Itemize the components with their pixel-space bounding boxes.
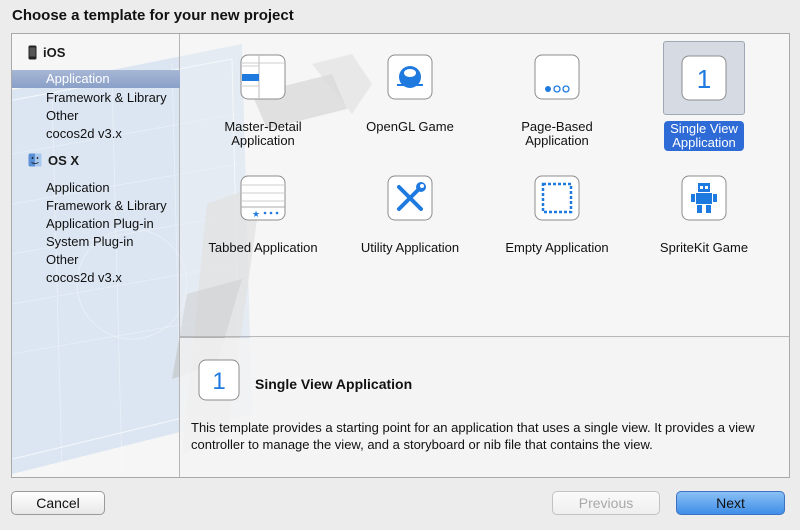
svg-text:1: 1 xyxy=(212,368,225,395)
sidebar-item-osx-cocos2d[interactable]: cocos2d v3.x xyxy=(12,269,180,287)
template-label: Master-Detail Application xyxy=(224,119,302,148)
svg-text:1: 1 xyxy=(697,64,711,94)
cancel-button[interactable]: Cancel xyxy=(11,491,105,515)
sidebar-item-ios-framework-library[interactable]: Framework & Library xyxy=(12,89,180,107)
svg-text:★: ★ xyxy=(252,210,260,220)
template-label: OpenGL Game xyxy=(366,119,454,134)
utility-tools-icon xyxy=(386,174,434,222)
template-spritekit[interactable]: SpriteKit Game xyxy=(629,172,779,290)
tabbed-icon: ★ xyxy=(239,174,287,222)
sidebar-item-ios-other[interactable]: Other xyxy=(12,107,180,125)
sidebar-item-ios-cocos2d[interactable]: cocos2d v3.x xyxy=(12,125,180,143)
master-detail-icon xyxy=(239,53,287,101)
template-label: SpriteKit Game xyxy=(659,240,749,255)
sidebar-group-ios: iOS xyxy=(28,42,65,62)
template-label: Single View Application xyxy=(664,121,744,151)
description-title: Single View Application xyxy=(255,376,413,392)
template-category-sidebar: iOS Application Framework & Library Othe… xyxy=(12,34,180,477)
template-empty[interactable]: Empty Application xyxy=(482,172,632,290)
template-label: Page-Based Application xyxy=(521,119,593,148)
previous-button[interactable]: Previous xyxy=(552,491,660,515)
template-chooser-panel: iOS Application Framework & Library Othe… xyxy=(11,33,790,478)
window-title: Choose a template for your new project xyxy=(12,7,294,24)
sidebar-item-osx-system-plugin[interactable]: System Plug-in xyxy=(12,233,180,251)
template-single-view[interactable]: 1 Single View Application xyxy=(629,41,779,169)
template-tabbed[interactable]: ★ Tabbed Application xyxy=(188,172,338,290)
sidebar-group-osx: OS X xyxy=(28,150,79,170)
description-text: This template provides a starting point … xyxy=(191,420,755,452)
page-based-icon xyxy=(533,53,581,101)
template-opengl-game[interactable]: OpenGL Game xyxy=(335,51,485,169)
iphone-icon xyxy=(28,45,37,60)
sidebar-item-osx-application-plugin[interactable]: Application Plug-in xyxy=(12,215,180,233)
template-label: Tabbed Application xyxy=(208,240,318,255)
opengl-icon xyxy=(386,53,434,101)
single-view-icon: 1 xyxy=(198,359,240,404)
template-grid: Master-Detail Application OpenGL Game Pa… xyxy=(180,34,789,337)
template-label: Empty Application xyxy=(505,240,609,255)
sidebar-item-osx-application[interactable]: Application xyxy=(12,179,180,197)
sidebar-group-label: iOS xyxy=(43,44,66,60)
mac-finder-icon xyxy=(28,153,42,167)
sidebar-item-osx-other[interactable]: Other xyxy=(12,251,180,269)
sidebar-group-label: OS X xyxy=(48,152,80,168)
single-view-icon: 1 xyxy=(663,41,745,115)
empty-app-icon xyxy=(533,174,581,222)
spritekit-robot-icon xyxy=(680,174,728,222)
template-description-panel: 1 Single View Application This template … xyxy=(180,338,789,477)
sidebar-item-osx-framework-library[interactable]: Framework & Library xyxy=(12,197,180,215)
template-master-detail[interactable]: Master-Detail Application xyxy=(188,51,338,169)
template-page-based[interactable]: Page-Based Application xyxy=(482,51,632,169)
sidebar-item-ios-application[interactable]: Application xyxy=(12,70,180,88)
template-label: Utility Application xyxy=(360,240,460,255)
template-utility[interactable]: Utility Application xyxy=(335,172,485,290)
next-button[interactable]: Next xyxy=(676,491,785,515)
